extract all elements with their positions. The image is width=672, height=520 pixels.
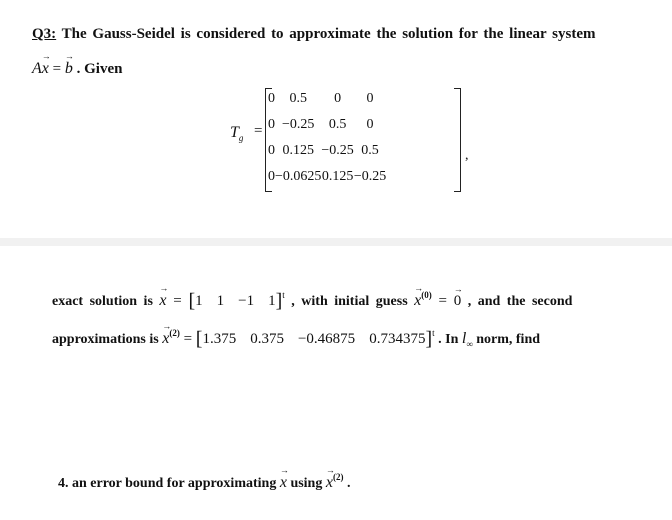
question-label: Q3: — [32, 26, 57, 42]
matrix-comma: , — [465, 148, 469, 163]
exact-solution-line: exact solution is x = [11−11]t , with in… — [52, 283, 572, 313]
matrix-row: 0 0.5 0 0 — [268, 91, 374, 106]
matrix-name: Tg — [230, 124, 244, 144]
question-intro: The Gauss-Seidel is considered to approx… — [56, 26, 596, 42]
question-line: Q3: The Gauss-Seidel is considered to ap… — [32, 26, 595, 43]
system-eq: = — [48, 61, 65, 77]
system-b-vector: b — [65, 51, 74, 78]
task-4: 4. an error bound for approximating x us… — [58, 465, 350, 492]
system-A: A — [32, 60, 42, 77]
matrix-row: 0 0.125 −0.25 0.5 — [268, 143, 379, 158]
matrix-table: 0 0.5 0 0 0 −0.25 0.5 0 0 0.125 −0.25 0.5 0 −0.062… — [268, 86, 386, 190]
matrix-equals: = — [254, 123, 263, 139]
matrix-row: 0 −0.25 0.5 0 — [268, 117, 374, 132]
system-x-vector: x — [42, 51, 51, 78]
given-label: . Given — [72, 61, 123, 77]
system-line: Ax = b . Given — [32, 51, 123, 78]
right-bracket — [454, 88, 461, 192]
approximation-line: approximations is x(2) = [1.3750.375−0.4… — [52, 321, 540, 351]
page-divider — [0, 238, 672, 246]
matrix-row: 0 −0.0625 0.125 −0.25 — [268, 169, 387, 184]
